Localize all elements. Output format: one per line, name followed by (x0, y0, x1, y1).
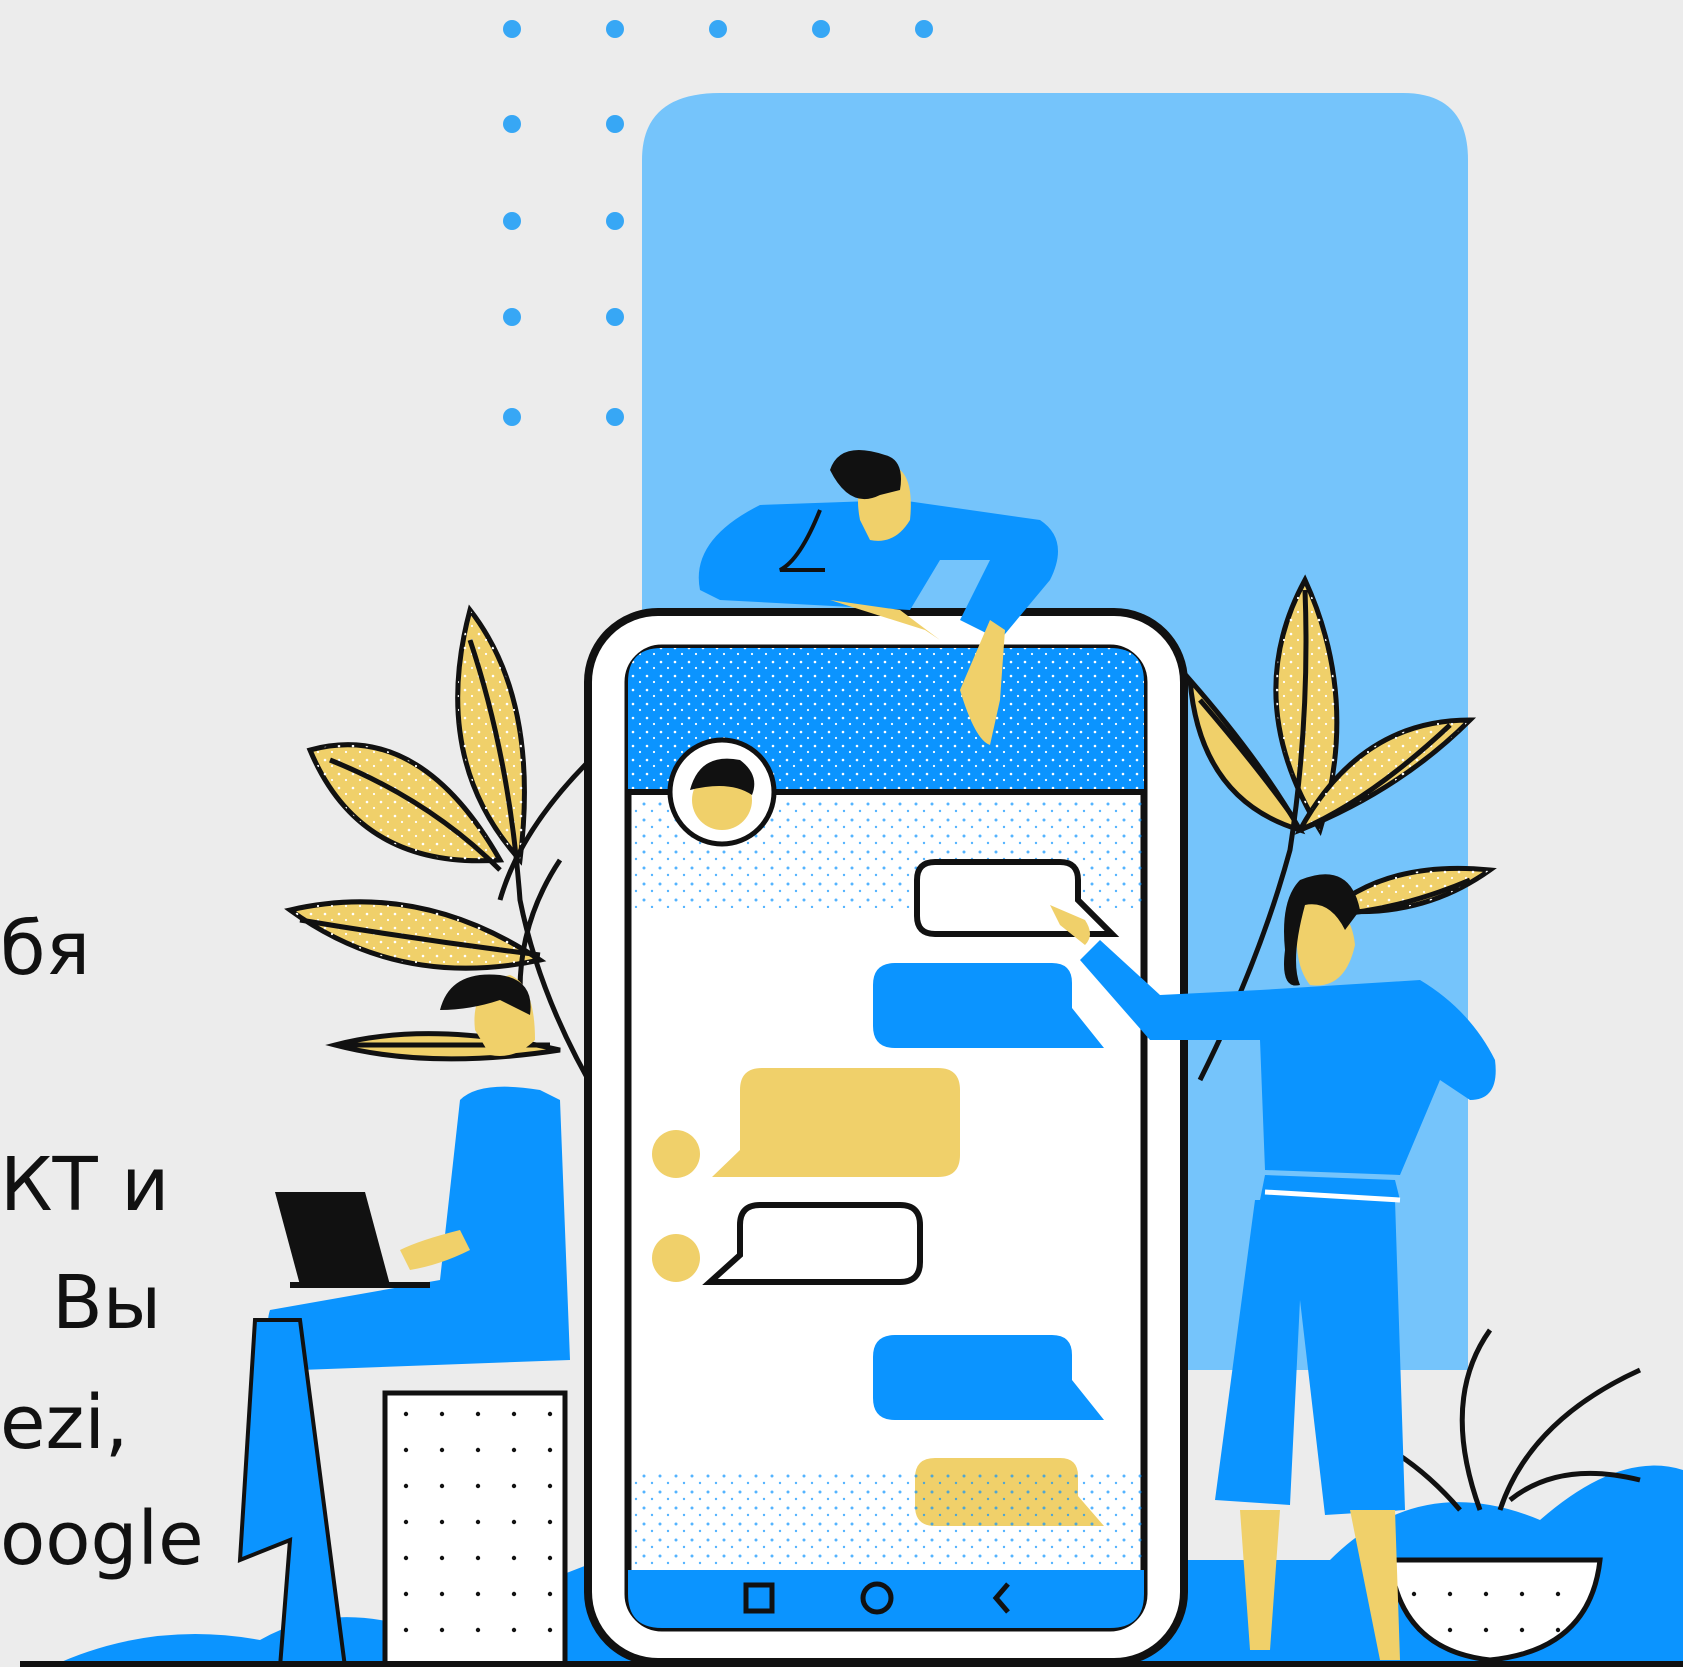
laptop (275, 1192, 390, 1285)
man-seated (237, 974, 570, 1667)
bubble-blue-2 (873, 1335, 1104, 1420)
chat-illustration (20, 93, 1683, 1667)
phone (584, 608, 1188, 1666)
bubble-outline-2 (702, 1202, 923, 1285)
bubble-blue-1 (873, 963, 1104, 1048)
bubble-yellow-1 (712, 1068, 960, 1177)
illustration-stage: бя КТ и Вы ezi, oogle (0, 0, 1683, 1667)
left-plant (284, 604, 603, 1102)
dot-yellow-2 (652, 1234, 700, 1282)
dot-yellow-1 (652, 1130, 700, 1178)
